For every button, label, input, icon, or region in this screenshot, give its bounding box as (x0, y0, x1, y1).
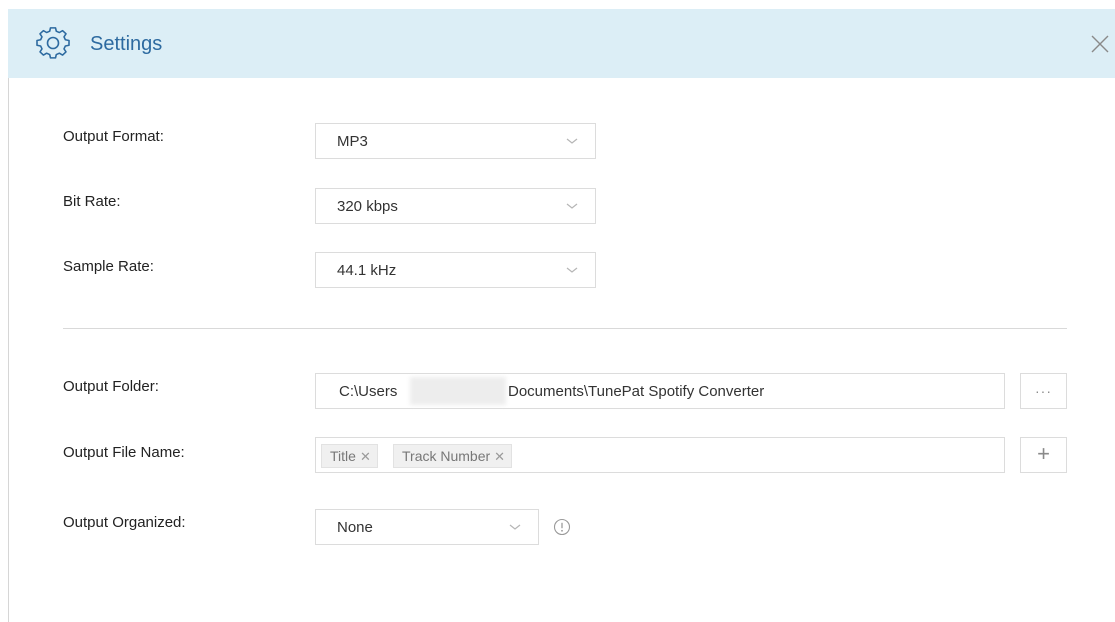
file-name-tag-label: Track Number (402, 448, 491, 464)
close-icon[interactable]: ✕ (494, 446, 505, 468)
sample-rate-value: 44.1 kHz (337, 262, 397, 279)
window-left-border (8, 78, 9, 622)
bit-rate-select[interactable]: 320 kbps (315, 188, 596, 224)
file-name-tag[interactable]: Track Number ✕ (393, 444, 513, 468)
output-organized-select[interactable]: None (315, 509, 539, 545)
settings-title: Settings (90, 33, 163, 55)
settings-window: Settings Output Format: MP3 Bit Rate: 32… (0, 0, 1115, 622)
output-organized-label: Output Organized: (63, 514, 186, 531)
chevron-down-icon (566, 138, 578, 144)
output-folder-path-prefix: C:\Users (339, 383, 398, 400)
settings-header: Settings (8, 9, 1115, 78)
output-format-value: MP3 (337, 133, 368, 150)
chevron-down-icon (509, 524, 521, 530)
chevron-down-icon (566, 203, 578, 209)
bit-rate-label: Bit Rate: (63, 193, 121, 210)
chevron-down-icon (566, 267, 578, 273)
file-name-tag[interactable]: Title ✕ (321, 444, 378, 468)
output-folder-path-suffix: Documents\TunePat Spotify Converter (508, 383, 765, 400)
info-icon[interactable] (553, 518, 571, 536)
output-file-name-label: Output File Name: (63, 444, 185, 461)
output-organized-value: None (337, 519, 373, 536)
browse-folder-button[interactable]: ··· (1020, 373, 1067, 409)
output-folder-label: Output Folder: (63, 378, 159, 395)
add-tag-button[interactable]: + (1020, 437, 1067, 473)
section-divider (63, 328, 1067, 329)
output-folder-field[interactable]: C:\Users Documents\TunePat Spotify Conve… (315, 373, 1005, 409)
output-format-select[interactable]: MP3 (315, 123, 596, 159)
output-format-label: Output Format: (63, 128, 164, 145)
close-icon[interactable] (1087, 31, 1113, 57)
gear-icon (36, 27, 70, 59)
bit-rate-value: 320 kbps (337, 198, 398, 215)
sample-rate-select[interactable]: 44.1 kHz (315, 252, 596, 288)
close-icon[interactable]: ✕ (360, 446, 371, 468)
output-file-name-field[interactable]: Title ✕ Track Number ✕ (315, 437, 1005, 473)
file-name-tag-label: Title (330, 448, 356, 464)
sample-rate-label: Sample Rate: (63, 258, 154, 275)
redacted-username (410, 377, 506, 405)
